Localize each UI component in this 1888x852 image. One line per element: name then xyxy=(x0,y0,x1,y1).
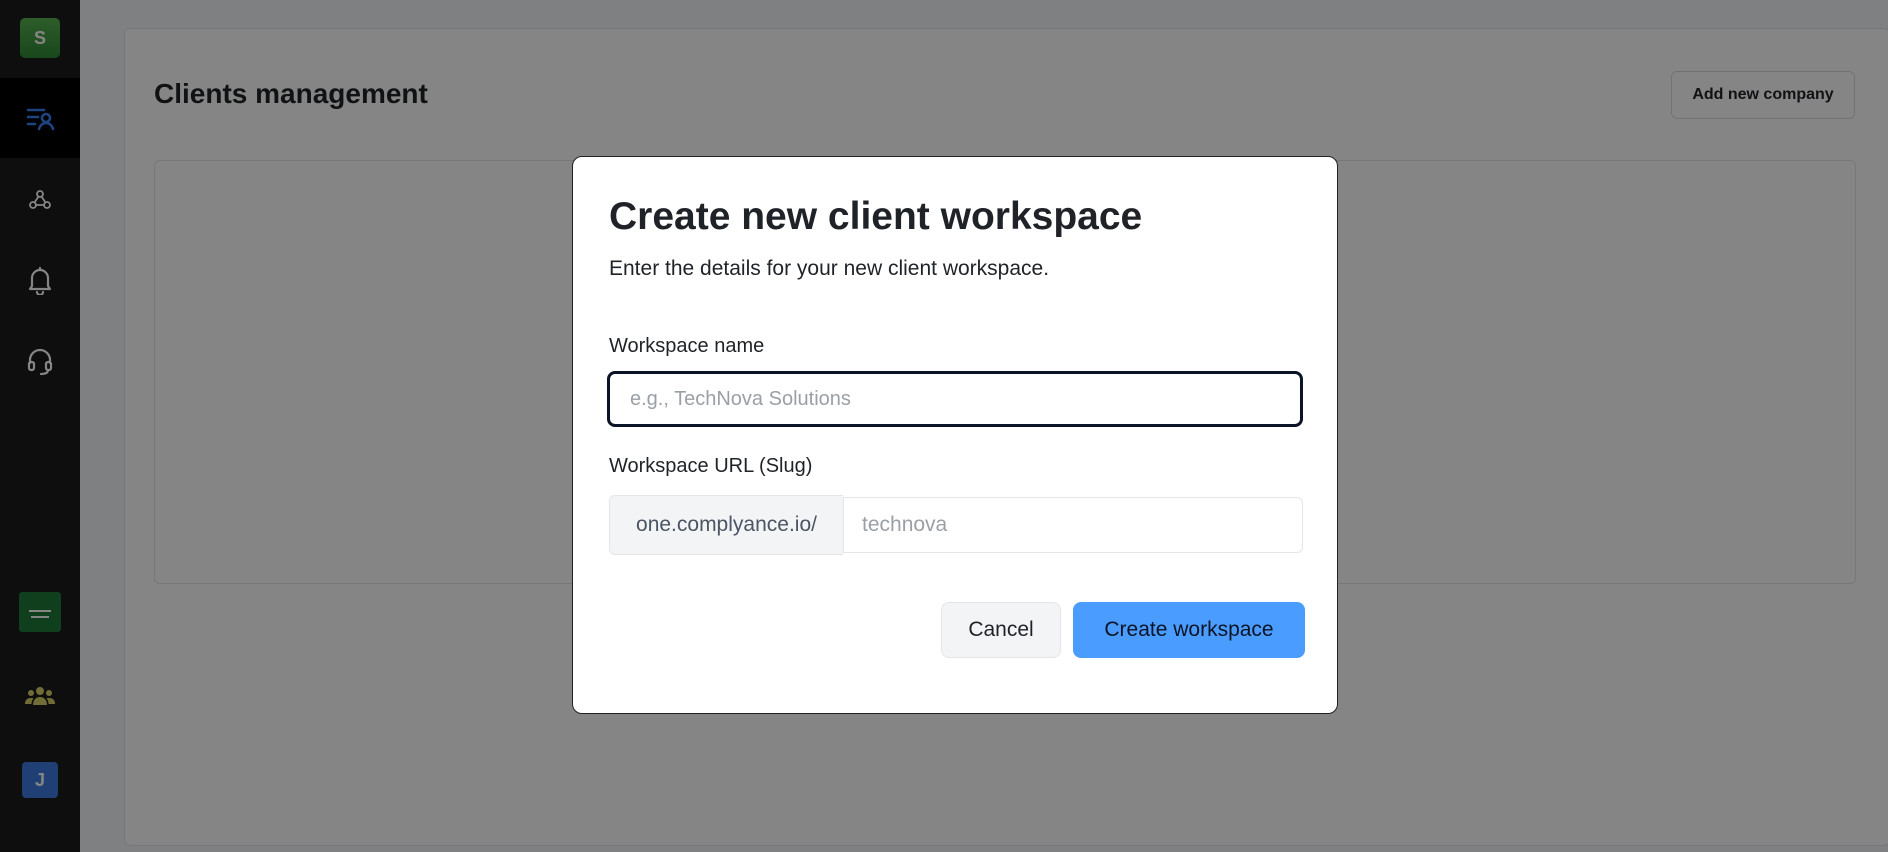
dialog-title: Create new client workspace xyxy=(609,195,1143,238)
workspace-slug-input[interactable] xyxy=(843,497,1303,553)
create-workspace-dialog: Create new client workspace Enter the de… xyxy=(572,156,1338,714)
slug-prefix: one.complyance.io/ xyxy=(609,495,843,555)
workspace-name-input[interactable] xyxy=(607,371,1303,427)
workspace-url-label: Workspace URL (Slug) xyxy=(609,455,813,477)
create-workspace-button[interactable]: Create workspace xyxy=(1073,602,1305,658)
dialog-subtitle: Enter the details for your new client wo… xyxy=(609,257,1050,280)
workspace-name-label: Workspace name xyxy=(609,335,765,357)
cancel-button[interactable]: Cancel xyxy=(941,602,1061,658)
